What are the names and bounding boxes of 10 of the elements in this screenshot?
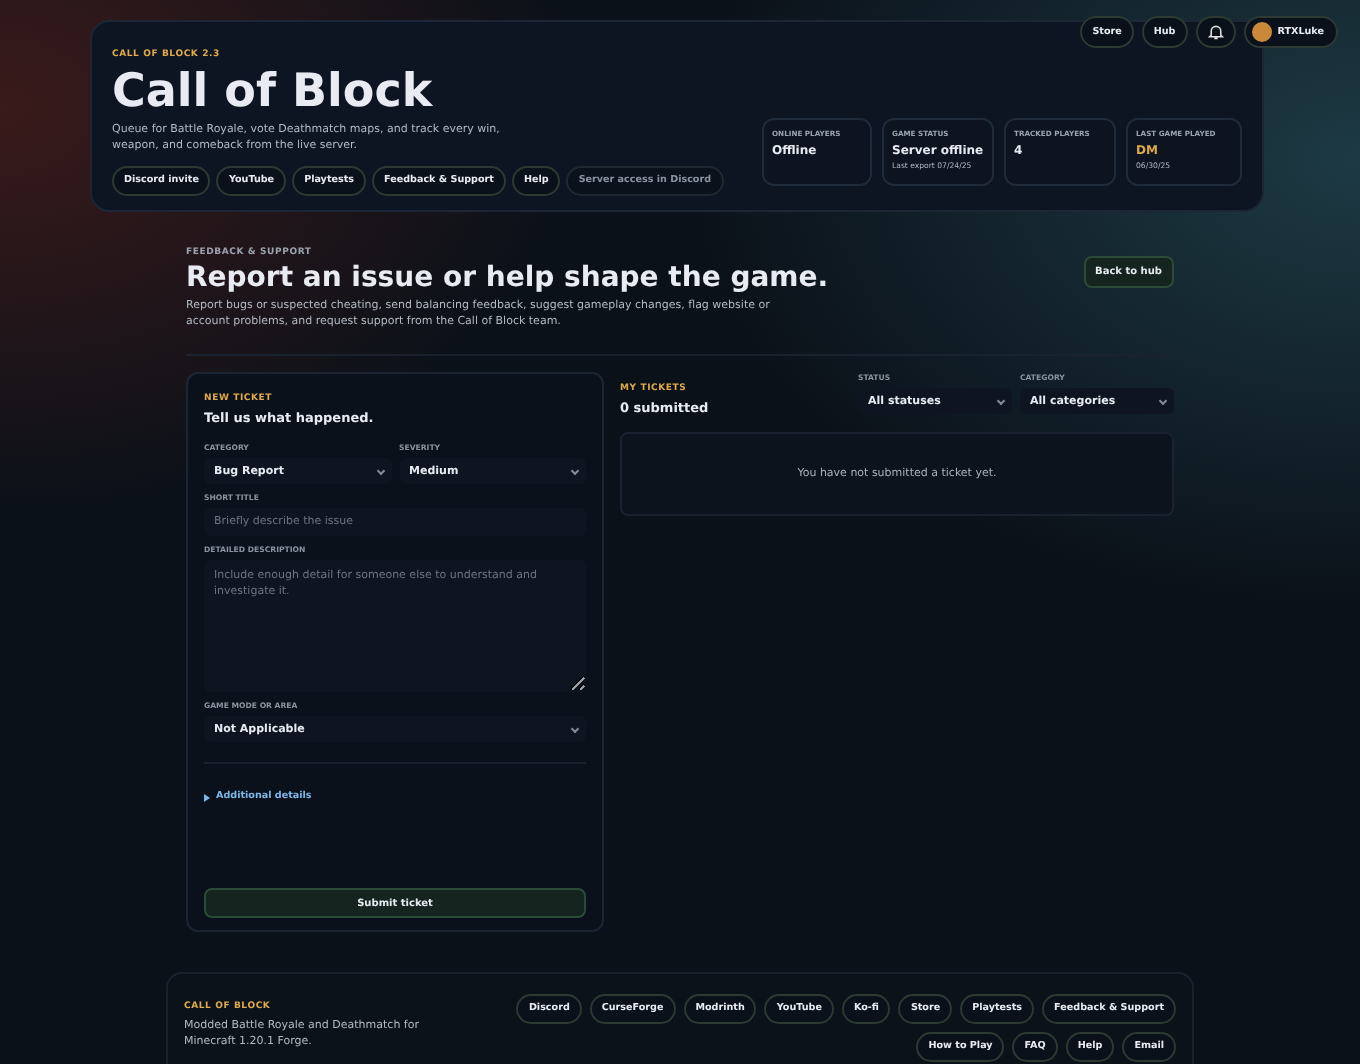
- avatar-icon: [1251, 22, 1272, 42]
- hero-title: Call of Block: [112, 66, 435, 118]
- caret-icon: [375, 466, 385, 476]
- caret-icon: [570, 724, 580, 734]
- bell-icon: [1207, 24, 1224, 40]
- caret-icon: [570, 466, 580, 476]
- section-title: Report an issue or help shape the game.: [186, 262, 829, 294]
- caret-icon: [996, 396, 1006, 406]
- notifications-button[interactable]: [1195, 16, 1236, 48]
- caret-icon: [1158, 396, 1168, 406]
